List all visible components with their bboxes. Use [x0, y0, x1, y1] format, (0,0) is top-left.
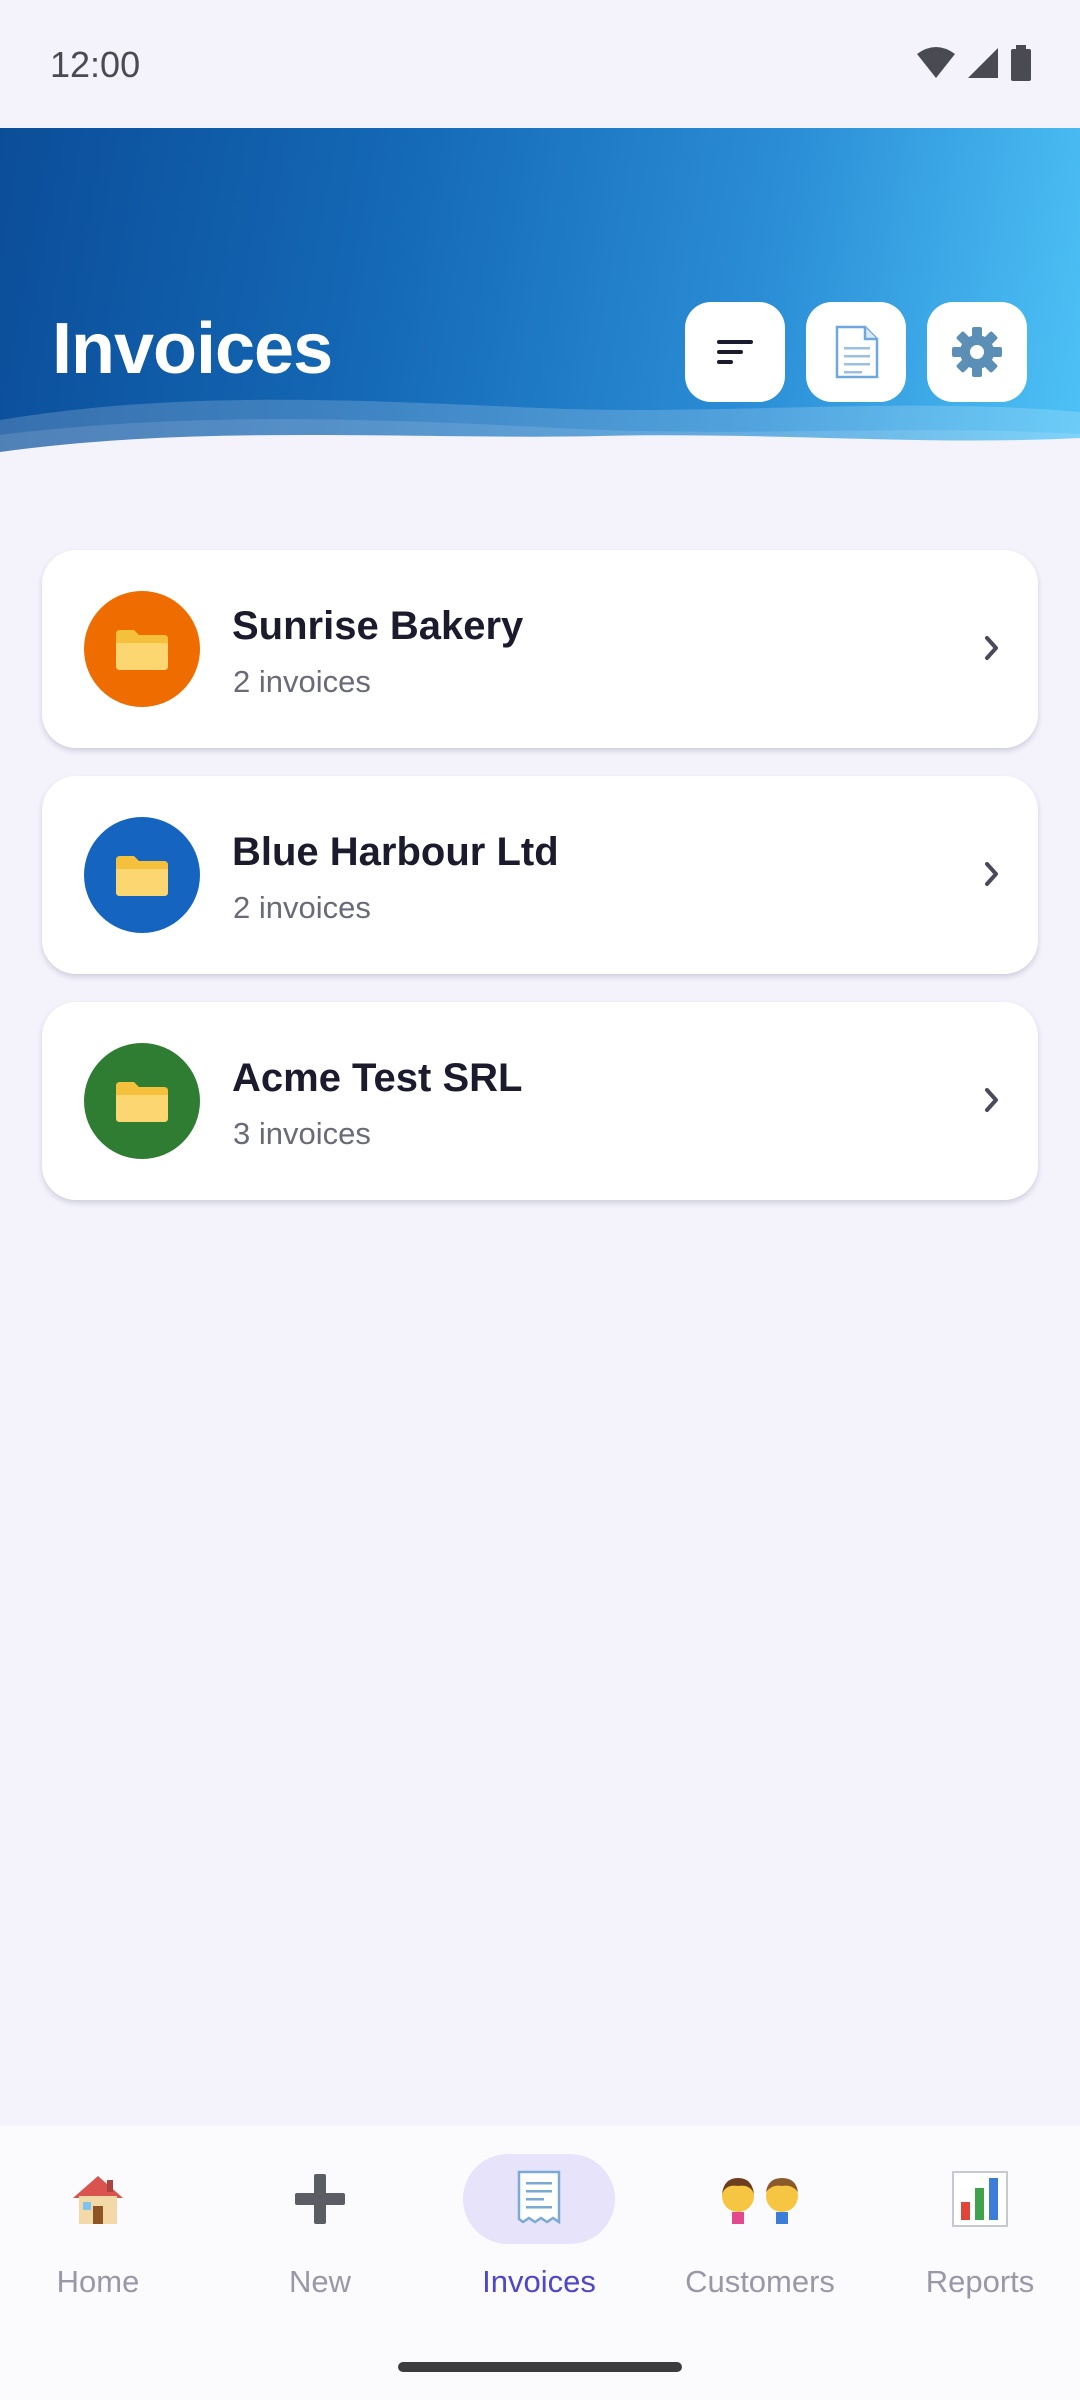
document-button[interactable]	[806, 302, 906, 402]
nav-label: New	[288, 2264, 351, 2299]
customer-card[interactable]: Blue Harbour Ltd 2 invoices	[42, 776, 1038, 974]
status-bar: 12:00	[0, 0, 1080, 128]
nav-item-home[interactable]: Home	[0, 2154, 206, 2324]
customer-card[interactable]: Acme Test SRL 3 invoices	[42, 1002, 1038, 1200]
nav-label: Invoices	[482, 2264, 596, 2299]
customer-avatar	[84, 817, 200, 933]
customer-list: Sunrise Bakery 2 invoices Blue Harbour L…	[42, 550, 1038, 1228]
sort-button[interactable]	[685, 302, 785, 402]
plus-icon	[295, 2174, 345, 2224]
chevron-right-icon	[985, 636, 998, 660]
gear-icon	[952, 327, 1002, 377]
customer-avatar	[84, 1043, 200, 1159]
nav-icon-container	[463, 2154, 615, 2244]
customer-name: Acme Test SRL	[232, 1056, 523, 1100]
invoice-count: 3 invoices	[233, 1116, 371, 1151]
header-banner: Invoices	[0, 128, 1080, 468]
invoice-count: 2 invoices	[233, 890, 371, 925]
invoice-count: 2 invoices	[233, 664, 371, 699]
page-title: Invoices	[52, 309, 333, 389]
signal-icon	[968, 48, 998, 78]
receipt-icon	[517, 2170, 561, 2225]
sort-icon	[717, 340, 753, 364]
bottom-navigation: Home New Invoices Customers Reports	[0, 2126, 1080, 2400]
customer-name: Sunrise Bakery	[232, 604, 524, 648]
wifi-icon	[917, 47, 955, 78]
battery-icon	[1011, 45, 1031, 81]
document-icon	[835, 325, 879, 379]
house-icon	[73, 2176, 123, 2224]
folder-icon	[116, 1082, 168, 1122]
nav-icon-container	[684, 2154, 836, 2244]
chevron-right-icon	[985, 1088, 998, 1112]
chevron-right-icon	[985, 862, 998, 886]
customer-avatar	[84, 591, 200, 707]
wave-decoration	[0, 399, 1080, 468]
customer-name: Blue Harbour Ltd	[232, 830, 559, 874]
bar-chart-icon	[952, 2171, 1008, 2227]
nav-label: Reports	[925, 2264, 1035, 2299]
people-icon	[722, 2178, 798, 2224]
status-icons	[916, 44, 1032, 82]
nav-label: Customers	[685, 2264, 835, 2299]
nav-item-new[interactable]: New	[212, 2154, 428, 2324]
nav-icon-container	[22, 2154, 174, 2244]
nav-label: Home	[56, 2264, 140, 2299]
nav-item-invoices[interactable]: Invoices	[431, 2154, 647, 2324]
home-indicator[interactable]	[398, 2362, 682, 2372]
nav-icon-container	[904, 2154, 1056, 2244]
folder-icon	[116, 630, 168, 670]
nav-item-reports[interactable]: Reports	[872, 2154, 1080, 2324]
folder-icon	[116, 856, 168, 896]
status-time: 12:00	[50, 44, 141, 85]
customer-card[interactable]: Sunrise Bakery 2 invoices	[42, 550, 1038, 748]
nav-item-customers[interactable]: Customers	[652, 2154, 868, 2324]
nav-icon-container	[244, 2154, 396, 2244]
settings-button[interactable]	[927, 302, 1027, 402]
